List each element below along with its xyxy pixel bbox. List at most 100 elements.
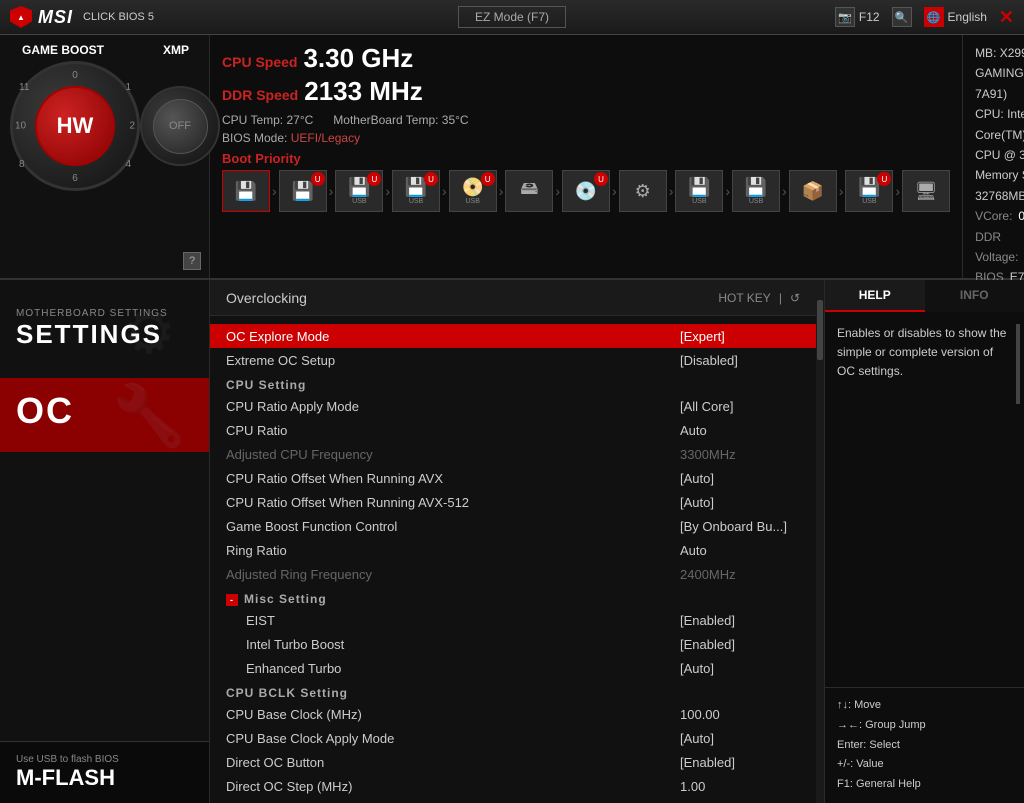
legend-enter-key: Enter: Select [837, 736, 900, 756]
setting-name: Intel Turbo Boost [226, 637, 680, 652]
setting-value: 100.00 [680, 707, 800, 722]
boot-arrow: › [329, 183, 334, 199]
camera-icon: 📷 [835, 7, 855, 27]
boot-device[interactable]: 💾 U USB [335, 170, 383, 212]
ez-mode-button[interactable]: EZ Mode (F7) [458, 6, 566, 28]
oc-mainlabel: OC [16, 390, 74, 432]
boot-arrow: › [385, 183, 390, 199]
boot-dev-badge: U [877, 172, 891, 186]
screenshot-control[interactable]: 📷 F12 [835, 7, 880, 27]
setting-row[interactable]: Ring RatioAuto [210, 538, 816, 562]
setting-row[interactable]: CPU Base Clock Apply Mode[Auto] [210, 726, 816, 750]
setting-row[interactable]: Direct OC Button[Enabled] [210, 750, 816, 774]
boot-device[interactable]: 💾 U USB [845, 170, 893, 212]
boot-device[interactable]: 💿 U [562, 170, 610, 212]
sidebar-item-settings[interactable]: Motherboard settings SETTINGS ⚙ [0, 296, 209, 370]
search-control[interactable]: 🔍 [892, 7, 912, 27]
boot-arrow: › [839, 183, 844, 199]
refresh-icon[interactable]: ↺ [790, 291, 800, 305]
boot-device[interactable]: 💾 U USB [392, 170, 440, 212]
boot-dev-label: USB [409, 198, 423, 205]
boot-device[interactable]: 📦 [789, 170, 837, 212]
boot-device[interactable]: 💾 U [279, 170, 327, 212]
setting-name: Adjusted Ring Frequency [226, 567, 680, 582]
logo: ▲ MSI CLICK BIOS 5 [10, 6, 154, 28]
close-button[interactable]: ✕ [999, 7, 1014, 28]
boot-dev-badge: U [424, 172, 438, 186]
setting-value: [Enabled] [680, 613, 800, 628]
boot-dev-icon: 💾 [688, 177, 710, 198]
boot-arrow: › [272, 183, 277, 199]
setting-row[interactable]: Game Boost Function Control[By Onboard B… [210, 514, 816, 538]
boot-dev-icon: 💾 [745, 177, 767, 198]
help-question-button[interactable]: ? [183, 252, 201, 270]
setting-row[interactable]: Adjusted CPU Frequency3300MHz [210, 442, 816, 466]
setting-name: CPU Base Clock Apply Mode [226, 731, 680, 746]
game-boost-knob[interactable]: 0 11 1 10 2 8 4 6 HW [10, 61, 140, 191]
tab-help[interactable]: HELP [825, 280, 925, 312]
setting-value: [Enabled] [680, 637, 800, 652]
setting-row[interactable]: EIST[Enabled] [210, 608, 816, 632]
setting-value: [Auto] [680, 495, 800, 510]
xmp-knob[interactable]: OFF [140, 86, 220, 166]
sidebar-mflash[interactable]: Use USB to flash BIOS M-FLASH [0, 741, 209, 803]
boot-arrow: › [895, 183, 900, 199]
boot-device[interactable]: 💾 USB [732, 170, 780, 212]
boot-dev-label: USB [465, 198, 479, 205]
setting-row[interactable]: Intel Turbo Boost[Enabled] [210, 632, 816, 656]
boot-device[interactable]: 💾 USB [675, 170, 723, 212]
sidebar-item-oc[interactable]: OC 🔧 [0, 378, 209, 452]
language-label: English [948, 10, 987, 24]
msi-shield-icon: ▲ [10, 6, 32, 28]
legend-f1: F1: General Help [837, 775, 1012, 795]
boot-device[interactable]: 💾 [222, 170, 270, 212]
mflash-label: M-FLASH [16, 765, 193, 791]
knob-container: 0 11 1 10 2 8 4 6 HW OFF [0, 61, 209, 191]
language-control[interactable]: 🌐 English [924, 7, 987, 27]
globe-icon: 🌐 [924, 7, 944, 27]
cpu-temp: CPU Temp: 27°C [222, 113, 313, 127]
boot-arrow: › [442, 183, 447, 199]
setting-row[interactable]: Adjusted Ring Frequency2400MHz [210, 562, 816, 586]
boot-device[interactable]: ⚙ [619, 170, 667, 212]
setting-name: Game Boost Function Control [226, 519, 680, 534]
knob-inner: HW [35, 86, 115, 166]
setting-row[interactable]: CPU Base Clock (MHz)100.00 [210, 702, 816, 726]
setting-row[interactable]: Extreme OC Setup[Disabled] [210, 348, 816, 372]
boot-dev-badge: U [311, 172, 325, 186]
setting-row[interactable]: CPU Ratio Offset When Running AVX[Auto] [210, 466, 816, 490]
setting-row[interactable]: Direct OC Step (MHz)1.00 [210, 774, 816, 798]
tab-info[interactable]: INFO [925, 280, 1024, 312]
setting-name: CPU Base Clock (MHz) [226, 707, 680, 722]
section-header: CPU BCLK Setting [210, 680, 816, 702]
boot-priority-label: Boot Priority [222, 151, 950, 166]
setting-row[interactable]: CPU Ratio Offset When Running AVX-512[Au… [210, 490, 816, 514]
ddr-voltage-label: DDR Voltage: [975, 227, 1024, 268]
setting-name: CPU Ratio Offset When Running AVX [226, 471, 680, 486]
boot-dev-icon: 🖥 [915, 181, 938, 202]
cpu-info: CPU: Intel(R) Core(TM) i9-7900X CPU @ 3.… [975, 104, 1024, 165]
setting-row[interactable]: CPU RatioAuto [210, 418, 816, 442]
boot-device[interactable]: 🖴 [505, 170, 553, 212]
setting-row[interactable]: OC Explore Mode[Expert] [210, 324, 816, 348]
boot-device[interactable]: 🖥 [902, 170, 950, 212]
knob-num-1: 1 [125, 82, 131, 93]
knob-num-2: 2 [129, 121, 135, 132]
settings-bg-icon: ⚙ [89, 296, 209, 370]
boot-device[interactable]: 📀 U USB [449, 170, 497, 212]
hotkey-area: HOT KEY | ↺ [718, 291, 800, 305]
xmp-off-label: OFF [169, 120, 191, 132]
setting-row[interactable]: Enhanced Turbo[Auto] [210, 656, 816, 680]
boot-arrow: › [782, 183, 787, 199]
xmp-knob-inner: OFF [153, 99, 208, 154]
bottom-section: Motherboard settings SETTINGS ⚙ OC 🔧 Use… [0, 280, 1024, 803]
scrollbar[interactable] [816, 280, 824, 803]
setting-row[interactable]: CPU Ratio Apply Mode[All Core] [210, 394, 816, 418]
legend-f1-key: F1: General Help [837, 775, 921, 795]
setting-row[interactable]: ▶Clockgen Features [210, 798, 816, 803]
help-content: Enables or disables to show the simple o… [825, 312, 1024, 687]
setting-value: [Auto] [680, 471, 800, 486]
sidebar: Motherboard settings SETTINGS ⚙ OC 🔧 Use… [0, 280, 210, 803]
collapse-button[interactable]: - [226, 594, 238, 606]
logo-text: MSI [38, 7, 73, 28]
